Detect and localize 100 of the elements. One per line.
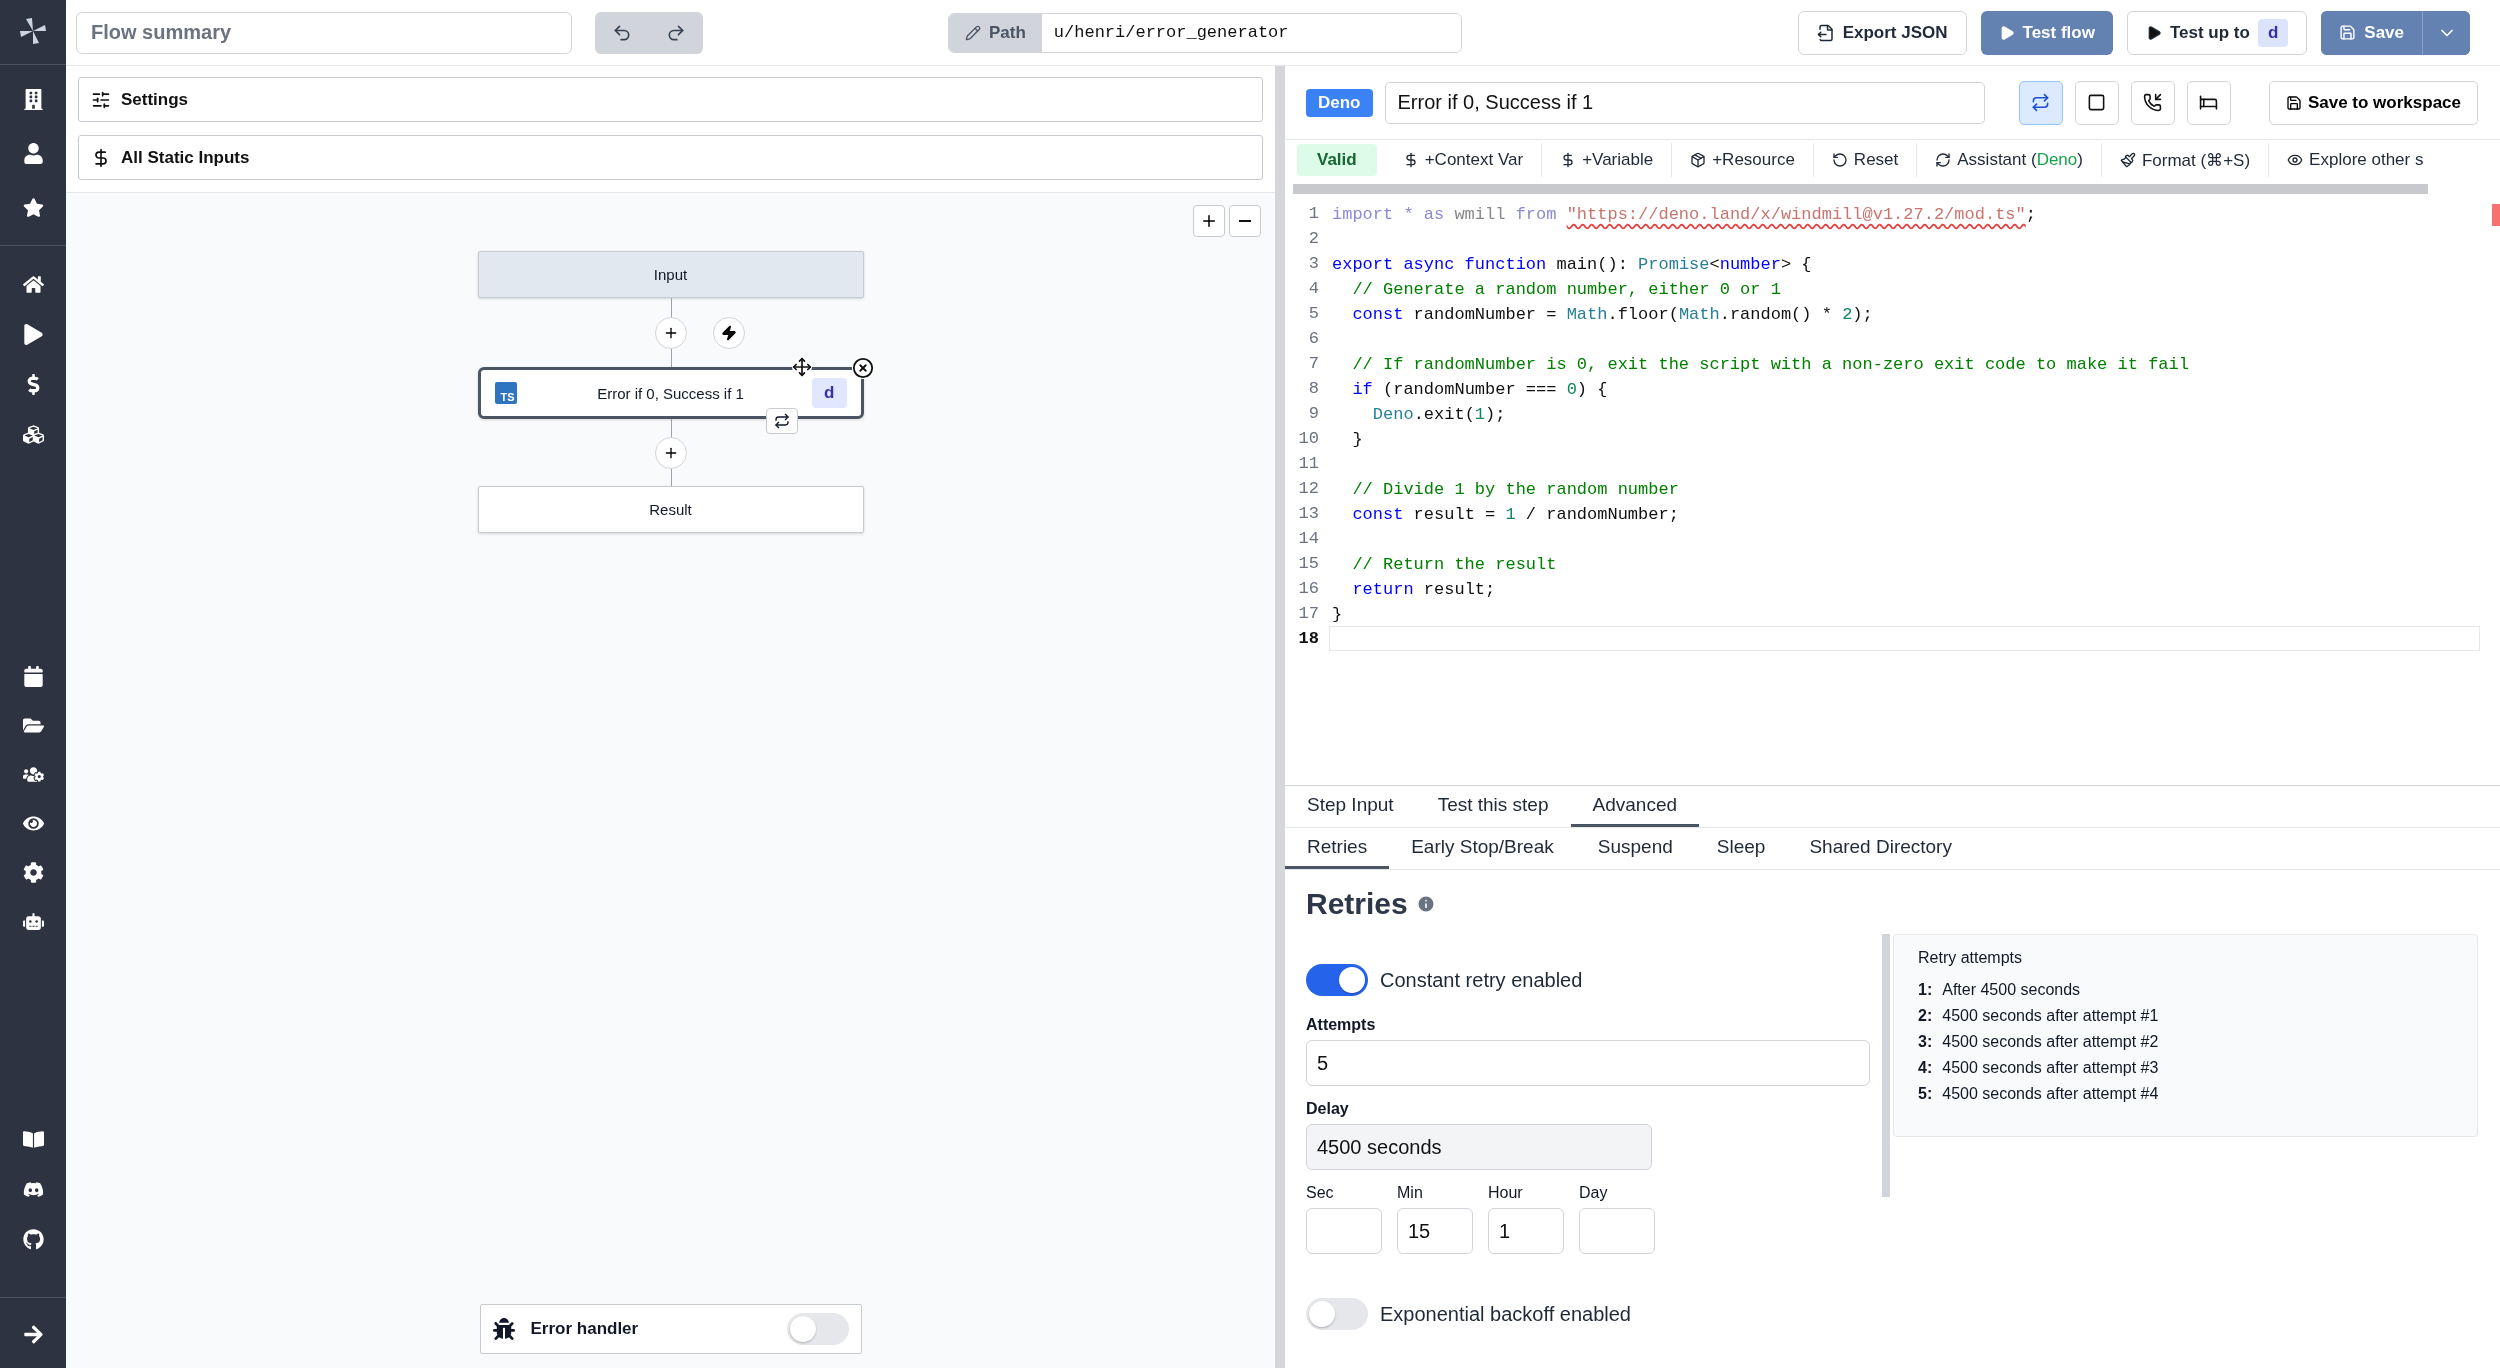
zoom-out-button[interactable]	[1229, 205, 1261, 237]
tab[interactable]: Step Input	[1285, 786, 1416, 827]
stop-mode-button[interactable]	[2074, 80, 2119, 125]
test-up-to-button[interactable]: Test up to d	[2126, 10, 2308, 55]
step-summary-field[interactable]: Error if 0, Success if 1	[1384, 81, 1985, 124]
settings-section[interactable]: Settings	[78, 77, 1263, 122]
trigger-button[interactable]	[712, 316, 745, 349]
explore-button[interactable]: Explore other s	[2269, 143, 2442, 177]
line-number: 9	[1307, 403, 1320, 425]
export-icon	[1816, 23, 1835, 42]
step-id-badge: d	[2257, 18, 2289, 47]
step-id-badge: d	[812, 378, 847, 408]
attempt-text: 4500 seconds after attempt #2	[1942, 1033, 2159, 1051]
node-label: Error if 0, Success if 1	[597, 384, 744, 402]
code-line: if (randomNumber === 0) {	[1351, 379, 1609, 401]
add-step-button[interactable]	[654, 316, 687, 349]
assistant-button[interactable]: Assistant (Deno)	[1917, 143, 2102, 177]
unit-field[interactable]: 15	[1397, 1208, 1473, 1254]
code-line: Deno.exit(1);	[1371, 404, 1507, 426]
retry-mode-button[interactable]	[2018, 80, 2063, 125]
code-line: import * as wmill from "https://deno.land/x/windmill@v1.27.2/mod.ts";	[1331, 204, 2037, 226]
error-handler-toggle[interactable]	[786, 1313, 849, 1345]
attempt-number: 1:	[1918, 981, 1933, 999]
reset-button[interactable]: Reset	[1813, 143, 1918, 177]
flow-summary-field[interactable]: Flow summary	[76, 11, 572, 54]
typescript-logo: TS	[494, 382, 517, 404]
subtab[interactable]: Suspend	[1575, 828, 1695, 869]
code-line: // If randomNumber is 0, exit the script with a non-zero exit code to make it fail	[1351, 354, 2190, 376]
square-icon	[2087, 93, 2106, 112]
attempt-text: 4500 seconds after attempt #1	[1942, 1007, 2159, 1025]
field-label: Delay	[1306, 1100, 1350, 1118]
resize-handle[interactable]	[1275, 66, 1285, 1368]
unit-label: Sec	[1306, 1184, 1335, 1202]
path-field[interactable]: Path u/henri/error_generator	[948, 12, 1462, 53]
section-title: Retries	[1306, 887, 1408, 921]
test-flow-button[interactable]: Test flow	[1980, 10, 2113, 55]
assistant-label: Assistant (Deno)	[1957, 150, 2083, 170]
unit-label: Hour	[1488, 1184, 1524, 1202]
tab[interactable]: Advanced	[1570, 786, 1700, 827]
attempt-text: 4500 seconds after attempt #3	[1942, 1059, 2159, 1077]
line-number: 8	[1307, 378, 1320, 400]
line-number: 2	[1307, 228, 1320, 250]
line-number: 18	[1297, 628, 1320, 650]
subtab[interactable]: Shared Directory	[1787, 828, 1974, 869]
attempt-text: After 4500 seconds	[1942, 981, 2081, 999]
close-icon[interactable]	[851, 357, 874, 379]
save-to-workspace-button[interactable]: Save to workspace	[2268, 80, 2478, 125]
toggle-label: Exponential backoff enabled	[1380, 1302, 1631, 1326]
code-line: // Generate a random number, either 0 or 1	[1351, 279, 1782, 301]
code-line: }	[1331, 604, 1344, 626]
sliders-icon	[91, 89, 111, 110]
scrollbar[interactable]	[1882, 934, 1890, 1197]
horizontal-scrollbar[interactable]	[1293, 184, 2428, 194]
zoom-in-button[interactable]	[1193, 205, 1225, 237]
subtab[interactable]: Sleep	[1694, 828, 1788, 869]
exponential-backoff-toggle[interactable]	[1306, 1298, 1368, 1330]
path-label: Path	[949, 13, 1042, 52]
save-options-button[interactable]	[2422, 10, 2470, 55]
repeat-icon	[2031, 93, 2050, 112]
language-badge: Deno	[1306, 88, 1373, 117]
subtab[interactable]: Early Stop/Break	[1389, 828, 1576, 869]
unit-field[interactable]: 1	[1488, 1208, 1564, 1254]
step-node[interactable]: TS Error if 0, Success if 1 d	[477, 367, 864, 419]
format-button[interactable]: Format (⌘+S)	[2101, 143, 2270, 177]
info-icon[interactable]	[1415, 894, 1436, 914]
variable-button[interactable]: +Variable	[1542, 143, 1673, 177]
logo-icon[interactable]	[18, 16, 48, 46]
add-step-button[interactable]	[654, 436, 687, 469]
suspend-mode-button[interactable]	[2130, 80, 2175, 125]
code-line: export async function main(): Promise<number> {	[1331, 254, 1813, 276]
constant-retry-toggle[interactable]	[1306, 964, 1368, 996]
line-number: 4	[1307, 278, 1320, 300]
valid-badge: Valid	[1297, 144, 1377, 176]
sleep-mode-button[interactable]	[2186, 80, 2231, 125]
code-line: const randomNumber = Math.floor(Math.random() * 2);	[1351, 304, 1874, 326]
line-number: 6	[1307, 328, 1320, 350]
delay-field[interactable]: 4500 seconds	[1306, 1124, 1652, 1170]
line-number: 1	[1307, 203, 1320, 225]
pencil-icon	[965, 24, 981, 41]
attempt-number: 5:	[1918, 1085, 1933, 1103]
export-json-button[interactable]: Export JSON	[1797, 10, 1967, 55]
subtab[interactable]: Retries	[1285, 828, 1390, 869]
context-var-button[interactable]: +Context Var	[1384, 143, 1543, 177]
result-node[interactable]: Result	[477, 486, 864, 533]
button-label: Test up to	[2169, 22, 2250, 43]
line-number: 15	[1297, 553, 1320, 575]
unit-field[interactable]	[1579, 1208, 1655, 1254]
cube-icon	[1690, 152, 1707, 168]
plus-icon	[1200, 212, 1218, 230]
line-number: 3	[1307, 253, 1320, 275]
phone-icon	[2143, 93, 2162, 112]
line-number: 17	[1297, 603, 1320, 625]
attempts-field[interactable]: 5	[1306, 1040, 1870, 1086]
line-number: 5	[1307, 303, 1320, 325]
tab[interactable]: Test this step	[1415, 786, 1571, 827]
unit-field[interactable]	[1306, 1208, 1382, 1254]
input-node[interactable]: Input	[477, 251, 864, 298]
code-line: const result = 1 / randomNumber;	[1351, 504, 1680, 526]
static-inputs-section[interactable]: All Static Inputs	[78, 135, 1263, 180]
resource-button[interactable]: +Resource	[1672, 143, 1814, 177]
